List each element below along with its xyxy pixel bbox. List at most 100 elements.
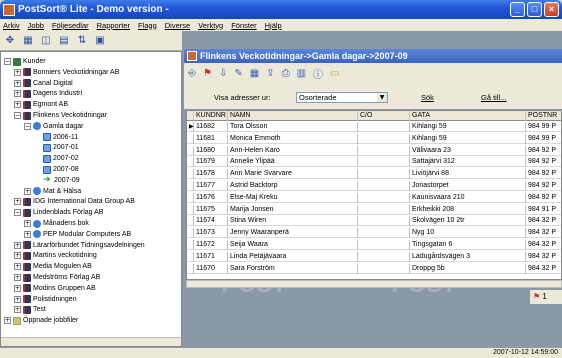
expand-toggle[interactable]: + [4, 317, 11, 325]
expand-toggle[interactable]: + [14, 101, 21, 109]
table-row[interactable]: 11674 Stina Wiren Skolvägen 10 2tr 984 32 P [187, 216, 561, 227]
menu-diverse[interactable]: Diverse [165, 21, 190, 30]
expand-toggle[interactable]: + [14, 198, 21, 206]
table-cell[interactable]: Välivaara 23 [410, 145, 526, 156]
expand-toggle[interactable]: + [14, 241, 21, 249]
expand-toggle[interactable]: + [24, 187, 31, 195]
table-cell[interactable]: Liviöjärvi 88 [410, 169, 526, 180]
expand-toggle[interactable]: + [14, 252, 21, 260]
table-cell[interactable]: 984 32 P [526, 252, 561, 262]
expand-toggle[interactable]: + [14, 306, 21, 314]
tree-item[interactable]: + Media Mogulen AB [14, 261, 92, 272]
table-cell[interactable] [358, 122, 410, 132]
table-cell[interactable]: 984 99 P [526, 134, 561, 144]
table-cell[interactable] [358, 228, 410, 239]
table-cell[interactable]: 11679 [194, 157, 228, 168]
col-co[interactable]: C/O [358, 111, 410, 121]
expand-toggle[interactable]: + [14, 274, 21, 281]
table-cell[interactable]: Jonastorpet [410, 181, 526, 191]
menu-verktyg[interactable]: Verktyg [198, 21, 223, 30]
table-cell[interactable]: 984 32 P [526, 264, 561, 274]
tree-icon[interactable]: ✥ [4, 35, 16, 47]
expand-toggle[interactable]: + [14, 263, 21, 271]
dropdown-arrow-icon[interactable]: ▼ [377, 93, 387, 102]
tree-item[interactable]: 2007-01 [34, 142, 79, 153]
table-cell[interactable]: 11675 [194, 204, 228, 215]
expand-toggle[interactable]: − [14, 209, 21, 217]
table-row[interactable]: 11676 Else-Maj Kreku Kaunisvaara 210 984 92… [187, 192, 561, 203]
folder-icon[interactable]: ▭ [330, 68, 339, 79]
grid-hscrollbar[interactable] [186, 280, 562, 288]
table-cell[interactable] [358, 204, 410, 215]
table-cell[interactable]: Nyg 10 [410, 228, 526, 239]
expand-toggle[interactable]: + [14, 90, 21, 98]
row-selector[interactable] [187, 181, 194, 191]
row-selector[interactable] [187, 192, 194, 203]
tree-item[interactable]: + Test [14, 304, 46, 315]
row-selector[interactable] [187, 251, 194, 262]
col-gata[interactable]: GATA [410, 111, 526, 121]
table-cell[interactable]: Droppg 5b [410, 263, 526, 274]
flag-icon[interactable]: ⚑ [203, 68, 212, 79]
tree-item[interactable]: + Martins veckotidning [14, 250, 97, 261]
menu-foljesedlar[interactable]: Följesedlar [52, 21, 89, 30]
export-icon[interactable]: ⇪ [266, 68, 274, 79]
tree-item[interactable]: 2007-02 [34, 153, 79, 164]
table-cell[interactable]: 984 92 P [526, 169, 561, 179]
menu-jobb[interactable]: Jobb [28, 21, 44, 30]
table-cell[interactable] [358, 251, 410, 262]
row-selector[interactable]: ▶ [187, 122, 194, 132]
row-selector[interactable] [187, 204, 194, 215]
table-row[interactable]: 11672 Seija Waara Tingsgatan 6 984 32 P [187, 240, 561, 250]
table-cell[interactable]: 11670 [194, 263, 228, 274]
table-cell[interactable]: Jenny Waaranperä [228, 228, 358, 239]
table-row[interactable]: ▶ 11682 Tora Olsson Kihlangi 59 984 99 P [187, 122, 561, 132]
table-cell[interactable]: Tora Olsson [228, 122, 358, 132]
table-cell[interactable]: Annelie Ylipää [228, 157, 358, 168]
table-cell[interactable] [358, 145, 410, 156]
table-cell[interactable]: Kihlangi 59 [410, 122, 526, 132]
import-icon[interactable]: ⇩ [219, 68, 227, 79]
table-row[interactable]: 11671 Linda Petäjävaara Ladugårdsvägen 3 98… [187, 251, 561, 262]
layout-icon[interactable]: ▥ [297, 68, 306, 79]
row-selector[interactable] [187, 133, 194, 144]
menu-fonster[interactable]: Fönster [231, 21, 256, 30]
table-cell[interactable]: 984 92 P [526, 157, 561, 167]
table-cell[interactable]: 984 32 P [526, 240, 561, 250]
tree-item[interactable]: − Lindenblads Förlag AB [14, 207, 103, 218]
table-cell[interactable] [358, 181, 410, 191]
table-cell[interactable]: Sattajärvi 312 [410, 157, 526, 168]
print-icon-2[interactable]: ⎙ [282, 68, 290, 79]
table-cell[interactable]: 11674 [194, 216, 228, 227]
table-cell[interactable]: 11682 [194, 122, 228, 132]
expand-toggle[interactable]: + [24, 220, 31, 227]
tree-item[interactable]: 2006-11 [34, 132, 78, 143]
menu-arkiv[interactable]: Arkiv [3, 21, 20, 30]
print-icon[interactable]: ▣ [94, 35, 106, 47]
table-row[interactable]: 11679 Annelie Ylipää Sattajärvi 312 984 92 … [187, 157, 561, 168]
expand-toggle[interactable]: + [14, 284, 21, 292]
tree-item[interactable]: + Medströms Förlag AB [14, 272, 100, 283]
columns-icon[interactable]: ◫ [40, 35, 52, 47]
grid-icon[interactable]: ▦ [22, 35, 34, 47]
table-cell[interactable] [358, 157, 410, 168]
table-cell[interactable]: 984 92 P [526, 193, 561, 203]
row-selector[interactable] [187, 157, 194, 168]
expand-toggle[interactable]: + [14, 79, 21, 87]
address-source-select[interactable]: Osorterade ▼ [296, 92, 388, 103]
tree-item[interactable]: − Gamla dagar [24, 121, 83, 132]
tree-item[interactable]: ➜ 2007-09 [34, 175, 80, 186]
row-selector[interactable] [187, 240, 194, 250]
table-cell[interactable]: Astrid Backtorp [228, 181, 358, 191]
table-cell[interactable] [358, 216, 410, 227]
table-cell[interactable]: Monica Emmoth [228, 133, 358, 144]
table-cell[interactable]: 11680 [194, 145, 228, 156]
table-cell[interactable] [358, 133, 410, 144]
table-cell[interactable]: 11677 [194, 181, 228, 191]
tree-hscrollbar[interactable] [1, 337, 181, 346]
table-cell[interactable]: Marija Jonsen [228, 204, 358, 215]
maximize-button[interactable]: □ [527, 2, 542, 17]
menu-rapporter[interactable]: Rapporter [97, 21, 130, 30]
close-button[interactable]: × [544, 2, 559, 17]
table-cell[interactable] [358, 169, 410, 180]
